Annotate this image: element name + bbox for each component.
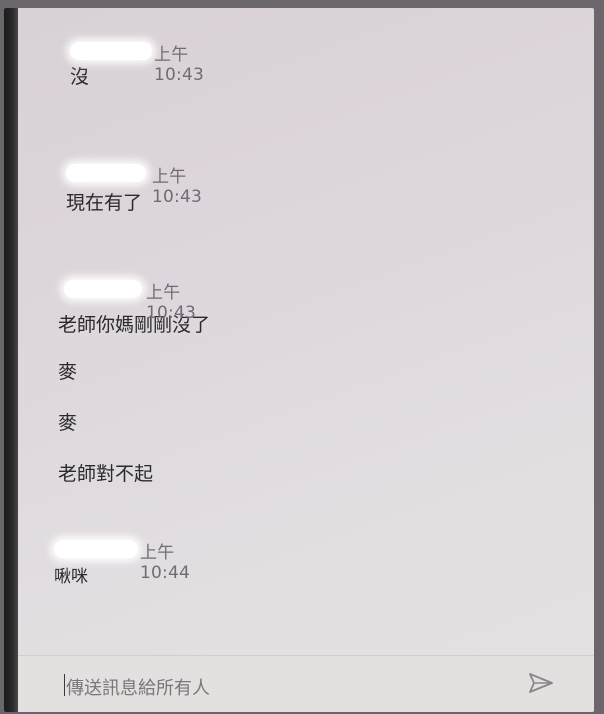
redacted-sender-name <box>54 540 138 558</box>
sender-row: 上午10:43 <box>58 274 210 323</box>
message-text[interactable]: 現在有了 <box>66 188 142 215</box>
message-timestamp: 上午10:43 <box>154 45 204 85</box>
message-group: 上午10:43 沒 <box>70 36 204 89</box>
redacted-sender-name <box>64 280 142 298</box>
message-group: 上午10:43 老師你媽剛剛沒了 麥 麥 老師對不起 <box>58 274 210 486</box>
message-group: 上午10:44 啾咪 <box>54 534 190 587</box>
message-text[interactable]: 啾咪 <box>54 562 88 587</box>
send-icon[interactable] <box>528 671 554 695</box>
message-text[interactable]: 沒 <box>70 62 89 89</box>
window-left-edge <box>4 8 18 712</box>
chat-window: 上午10:43 沒 上午10:43 現在有了 上午10:43 老師你媽剛剛沒了 <box>4 8 594 712</box>
redacted-sender-name <box>66 164 146 182</box>
message-timestamp: 上午10:43 <box>152 167 202 207</box>
compose-bar: 傳送訊息給所有人 <box>18 655 594 712</box>
sender-row: 上午10:43 <box>66 158 202 207</box>
message-text[interactable]: 麥 <box>58 357 210 384</box>
photo-frame: 上午10:43 沒 上午10:43 現在有了 上午10:43 老師你媽剛剛沒了 <box>0 0 604 714</box>
message-input[interactable]: 傳送訊息給所有人 <box>66 674 210 700</box>
sender-row: 上午10:43 <box>70 36 204 85</box>
message-timestamp: 上午10:44 <box>140 543 190 583</box>
redacted-sender-name <box>70 42 152 60</box>
message-timestamp: 上午10:43 <box>146 283 196 323</box>
sender-row: 上午10:44 <box>54 534 190 583</box>
text-caret <box>64 674 65 696</box>
message-text[interactable]: 麥 <box>58 408 210 435</box>
chat-message-list[interactable]: 上午10:43 沒 上午10:43 現在有了 上午10:43 老師你媽剛剛沒了 <box>18 8 594 662</box>
message-group: 上午10:43 現在有了 <box>66 158 202 215</box>
message-text[interactable]: 老師對不起 <box>58 459 210 486</box>
